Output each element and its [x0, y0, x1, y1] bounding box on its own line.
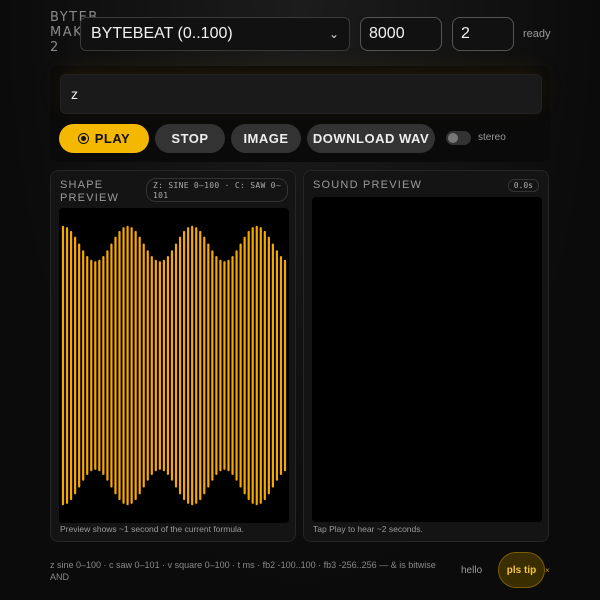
play-icon — [77, 133, 89, 144]
sound-preview-caption: Tap Play to hear ~2 seconds. — [313, 524, 423, 534]
sound-preview-title: SOUND PREVIEW — [313, 179, 423, 191]
hello-link[interactable]: hello — [461, 565, 482, 576]
tip-button[interactable]: pls tip — [498, 552, 545, 588]
stereo-label: stereo — [478, 132, 506, 143]
sound-preview-canvas — [312, 197, 542, 522]
image-label: IMAGE — [243, 131, 289, 146]
shape-preview-title: SHAPE PREVIEW — [60, 179, 120, 204]
status-text: ready — [523, 28, 551, 40]
sample-rate-input[interactable] — [360, 17, 442, 51]
stereo-toggle[interactable] — [446, 131, 471, 145]
preset-select[interactable]: BYTEBEAT (0..100) ⌄ — [80, 17, 350, 51]
download-wav-label: DOWNLOAD WAV — [312, 131, 430, 146]
shape-legend: Z: SINE 0–100 · C: SAW 0–101 — [146, 178, 288, 202]
editor-panel: PLAY STOP IMAGE DOWNLOAD WAV stereo — [50, 66, 550, 162]
shape-preview-card: SHAPE PREVIEW Z: SINE 0–100 · C: SAW 0–1… — [50, 170, 296, 542]
play-button[interactable]: PLAY — [59, 124, 149, 153]
shape-preview-caption: Preview shows ~1 second of the current f… — [60, 524, 245, 534]
image-button[interactable]: IMAGE — [231, 124, 301, 153]
sound-preview-card: SOUND PREVIEW 0.0s Tap Play to hear ~2 s… — [303, 170, 549, 542]
help-text: z sine 0–100 · c saw 0–101 · v square 0–… — [50, 560, 436, 582]
stop-button[interactable]: STOP — [155, 124, 225, 153]
sound-time-badge: 0.0s — [507, 179, 539, 192]
stop-label: STOP — [171, 131, 209, 146]
download-wav-button[interactable]: DOWNLOAD WAV — [307, 124, 435, 153]
formula-input[interactable] — [60, 74, 542, 114]
waveform-plot — [61, 225, 287, 506]
multiplier-input[interactable] — [452, 17, 514, 51]
chevron-down-icon: ⌄ — [328, 27, 339, 41]
stereo-toggle-knob — [448, 133, 458, 143]
preset-select-value: BYTEBEAT (0..100) — [91, 25, 233, 42]
tip-close-icon[interactable]: × — [545, 566, 550, 575]
shape-preview-canvas — [59, 208, 289, 523]
play-label: PLAY — [94, 131, 131, 146]
